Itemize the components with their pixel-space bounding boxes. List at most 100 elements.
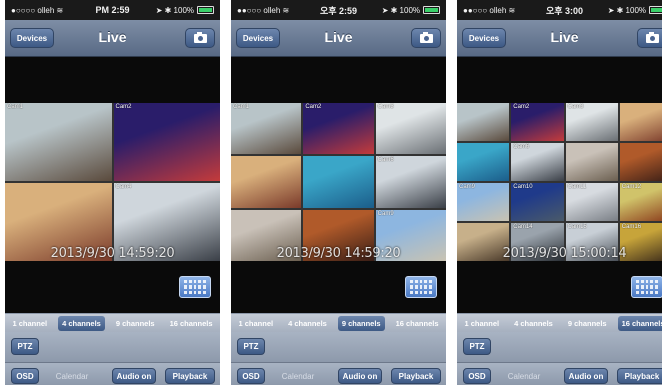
- audio-button[interactable]: Audio on: [564, 368, 608, 384]
- page-title: Live: [550, 29, 579, 45]
- channel-tab[interactable]: 1 channel: [460, 316, 503, 331]
- camera-feed-tile[interactable]: Cam10: [511, 183, 564, 221]
- ptz-bar: PTZ: [231, 332, 446, 363]
- channel-tabs: 1 channel 4 channels 9 channels 16 channels: [5, 313, 220, 333]
- camera-label: Cam2: [305, 104, 322, 110]
- camera-feed-tile[interactable]: Cam12: [619, 183, 662, 221]
- camera-feed-tile[interactable]: [231, 156, 302, 208]
- camera-label: Cam9: [377, 210, 394, 217]
- camera-lens-icon: [650, 36, 655, 41]
- ptz-button[interactable]: PTZ: [463, 338, 491, 355]
- camera-feed-tile[interactable]: [565, 143, 618, 181]
- channel-tab[interactable]: 4 channels: [58, 315, 105, 331]
- camera-label: Cam14: [513, 224, 533, 230]
- video-timestamp: 2013/9/30 14:59:20: [276, 246, 401, 261]
- status-bar: ●●○○○ olleh ≋ 오후 3:00 ➤ ✱ 100%: [457, 0, 662, 20]
- grid-layout-button[interactable]: [405, 276, 437, 298]
- grid-layout-button[interactable]: [179, 276, 211, 298]
- camera-label: Cam4: [115, 184, 132, 190]
- camera-label: Cam2: [513, 104, 530, 110]
- camera-feed-tile[interactable]: Cam1: [5, 103, 112, 181]
- channel-tab[interactable]: 16 channels: [392, 316, 443, 331]
- camera-label: Cam2: [115, 104, 132, 110]
- battery-icon: [649, 6, 662, 14]
- grid-layout-button[interactable]: [631, 276, 662, 298]
- camera-label: Cam1: [7, 104, 24, 110]
- ptz-button[interactable]: PTZ: [11, 338, 39, 355]
- camera-grid: Cam2 Cam3 Cam6 Cam9 Cam10 Cam11 Cam12 Cam14 Cam1…: [457, 103, 662, 261]
- camera-feed-tile[interactable]: Cam3: [375, 103, 446, 155]
- phone-screen-4ch: ●○○○○ olleh ≋ PM 2:59 ➤ ✱ 100% Devices L…: [5, 0, 220, 385]
- camera-label: Cam9: [459, 184, 476, 190]
- camera-label: Cam16: [621, 224, 642, 230]
- video-timestamp: 2013/9/30 14:59:20: [50, 246, 175, 261]
- calendar-button[interactable]: Calendar: [271, 368, 325, 384]
- camera-feed-tile[interactable]: [457, 103, 510, 141]
- ptz-bar: PTZ: [5, 332, 220, 363]
- camera-feed-tile[interactable]: Cam2: [511, 103, 564, 141]
- nav-bar: Devices Live: [5, 20, 220, 57]
- channel-tab[interactable]: 9 channels: [112, 316, 159, 331]
- camera-label: Cam12: [621, 184, 642, 190]
- bottom-toolbar: OSD Calendar Audio on Playback: [231, 363, 446, 385]
- status-indicators: ➤ ✱ 100%: [607, 5, 646, 15]
- channel-tab[interactable]: 9 channels: [564, 316, 611, 331]
- channel-tab[interactable]: 1 channel: [234, 316, 277, 331]
- osd-button[interactable]: OSD: [463, 368, 491, 384]
- osd-button[interactable]: OSD: [11, 368, 39, 384]
- camera-label: Cam11: [567, 184, 587, 190]
- camera-feed-tile[interactable]: [619, 143, 662, 181]
- audio-button[interactable]: Audio on: [112, 368, 156, 384]
- camera-feed-tile[interactable]: Cam1: [231, 103, 302, 155]
- nav-bar: Devices Live: [231, 20, 446, 57]
- camera-lens-icon: [198, 36, 203, 41]
- audio-button[interactable]: Audio on: [338, 368, 382, 384]
- snapshot-button[interactable]: [637, 28, 662, 48]
- battery-level: [425, 8, 438, 12]
- channel-tab[interactable]: 9 channels: [337, 315, 385, 331]
- camera-feed-tile[interactable]: Cam9: [457, 183, 510, 221]
- status-bar: ●●○○○ olleh ≋ 오후 2:59 ➤ ✱ 100%: [231, 0, 446, 20]
- channel-tab[interactable]: 1 channel: [8, 316, 51, 331]
- status-bar: ●○○○○ olleh ≋ PM 2:59 ➤ ✱ 100%: [5, 0, 220, 20]
- battery-icon: [197, 6, 214, 14]
- battery-icon: [423, 6, 440, 14]
- playback-button[interactable]: Playback: [617, 368, 662, 384]
- status-indicators: ➤ ✱ 100%: [155, 5, 194, 15]
- battery-level: [651, 8, 662, 12]
- camera-label: Cam15: [567, 224, 587, 230]
- camera-feed-tile[interactable]: Cam6: [511, 143, 564, 181]
- camera-feed-tile[interactable]: [303, 156, 374, 208]
- status-right: ➤ ✱ 100%: [156, 6, 214, 15]
- calendar-button[interactable]: Calendar: [45, 368, 99, 384]
- status-right: ➤ ✱ 100%: [382, 6, 440, 15]
- snapshot-button[interactable]: [411, 28, 441, 48]
- channel-tab[interactable]: 16 channels: [166, 316, 217, 331]
- playback-button[interactable]: Playback: [391, 368, 441, 384]
- channel-tab[interactable]: 4 channels: [284, 316, 331, 331]
- camera-feed-tile[interactable]: [619, 103, 662, 141]
- phone-screen-9ch: ●●○○○ olleh ≋ 오후 2:59 ➤ ✱ 100% Devices L…: [231, 0, 446, 385]
- video-timestamp: 2013/9/30 15:00:14: [502, 246, 627, 261]
- camera-feed-tile[interactable]: Cam11: [565, 183, 618, 221]
- channel-tab[interactable]: 4 channels: [510, 316, 557, 331]
- camera-grid: Cam1 Cam2 Cam4: [5, 103, 220, 261]
- status-indicators: ➤ ✱ 100%: [381, 5, 420, 15]
- osd-button[interactable]: OSD: [237, 368, 265, 384]
- snapshot-button[interactable]: [185, 28, 215, 48]
- camera-feed-tile[interactable]: Cam2: [113, 103, 220, 181]
- camera-feed-tile[interactable]: [457, 143, 510, 181]
- bottom-toolbar: OSD Calendar Audio on Playback: [5, 363, 220, 385]
- camera-feed-tile[interactable]: Cam3: [565, 103, 618, 141]
- camera-feed-tile[interactable]: Cam6: [375, 156, 446, 208]
- ptz-button[interactable]: PTZ: [237, 338, 265, 355]
- camera-feed-tile[interactable]: Cam2: [303, 103, 374, 155]
- camera-lens-icon: [424, 36, 429, 41]
- channel-tab[interactable]: 16 channels: [617, 315, 662, 331]
- bottom-toolbar: OSD Calendar Audio on Playback: [457, 363, 662, 385]
- playback-button[interactable]: Playback: [165, 368, 215, 384]
- calendar-button[interactable]: Calendar: [497, 368, 551, 384]
- battery-level: [199, 8, 212, 12]
- status-right: ➤ ✱ 100%: [608, 6, 662, 15]
- camera-grid: Cam1 Cam2 Cam3 Cam6 Cam9: [231, 103, 446, 261]
